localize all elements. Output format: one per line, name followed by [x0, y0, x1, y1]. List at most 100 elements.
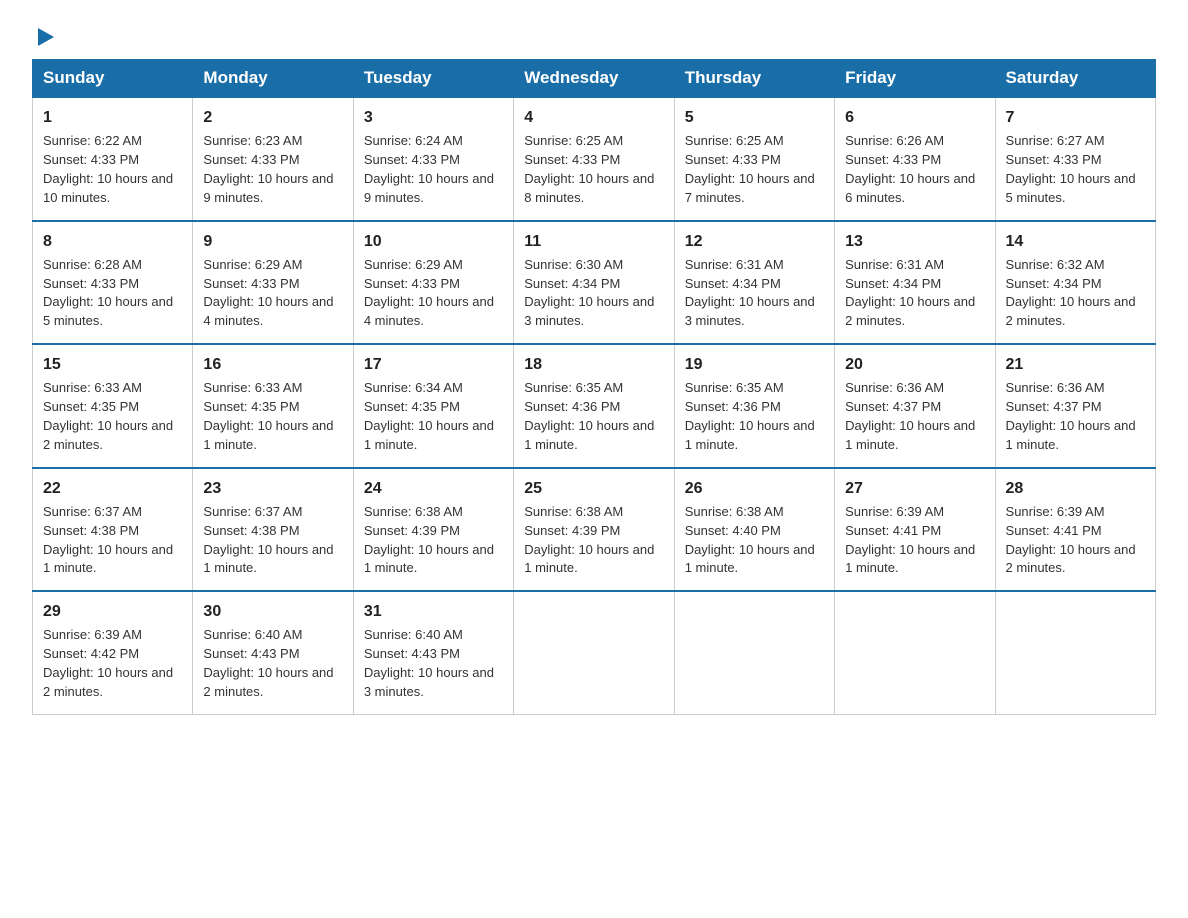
day-number: 10 [364, 230, 503, 253]
logo-icon [32, 24, 56, 48]
day-info: Sunrise: 6:38 AMSunset: 4:39 PMDaylight:… [524, 503, 663, 578]
day-info: Sunrise: 6:38 AMSunset: 4:39 PMDaylight:… [364, 503, 503, 578]
calendar-cell: 5 Sunrise: 6:25 AMSunset: 4:33 PMDaylight… [674, 97, 834, 221]
day-info: Sunrise: 6:26 AMSunset: 4:33 PMDaylight:… [845, 132, 984, 207]
page-header [32, 24, 1156, 49]
day-info: Sunrise: 6:37 AMSunset: 4:38 PMDaylight:… [203, 503, 342, 578]
calendar-cell: 2 Sunrise: 6:23 AMSunset: 4:33 PMDaylight… [193, 97, 353, 221]
day-info: Sunrise: 6:36 AMSunset: 4:37 PMDaylight:… [845, 379, 984, 454]
day-info: Sunrise: 6:33 AMSunset: 4:35 PMDaylight:… [43, 379, 182, 454]
day-info: Sunrise: 6:29 AMSunset: 4:33 PMDaylight:… [203, 256, 342, 331]
calendar-cell: 23 Sunrise: 6:37 AMSunset: 4:38 PMDayligh… [193, 468, 353, 592]
day-info: Sunrise: 6:29 AMSunset: 4:33 PMDaylight:… [364, 256, 503, 331]
calendar-cell: 22 Sunrise: 6:37 AMSunset: 4:38 PMDayligh… [33, 468, 193, 592]
day-number: 1 [43, 106, 182, 129]
day-info: Sunrise: 6:37 AMSunset: 4:38 PMDaylight:… [43, 503, 182, 578]
col-header-thursday: Thursday [674, 60, 834, 98]
day-info: Sunrise: 6:25 AMSunset: 4:33 PMDaylight:… [685, 132, 824, 207]
calendar-cell [995, 591, 1155, 714]
col-header-saturday: Saturday [995, 60, 1155, 98]
calendar-cell: 12Sunrise: 6:31 AMSunset: 4:34 PMDayligh… [674, 221, 834, 345]
calendar-cell: 26 Sunrise: 6:38 AMSunset: 4:40 PMDayligh… [674, 468, 834, 592]
day-info: Sunrise: 6:30 AMSunset: 4:34 PMDaylight:… [524, 256, 663, 331]
calendar-week-row: 22 Sunrise: 6:37 AMSunset: 4:38 PMDayligh… [33, 468, 1156, 592]
day-number: 8 [43, 230, 182, 253]
col-header-sunday: Sunday [33, 60, 193, 98]
calendar-cell: 6 Sunrise: 6:26 AMSunset: 4:33 PMDaylight… [835, 97, 995, 221]
day-number: 14 [1006, 230, 1145, 253]
calendar-cell: 25 Sunrise: 6:38 AMSunset: 4:39 PMDayligh… [514, 468, 674, 592]
calendar-cell: 30Sunrise: 6:40 AMSunset: 4:43 PMDayligh… [193, 591, 353, 714]
calendar-week-row: 1 Sunrise: 6:22 AMSunset: 4:33 PMDaylight… [33, 97, 1156, 221]
calendar-cell: 28Sunrise: 6:39 AMSunset: 4:41 PMDayligh… [995, 468, 1155, 592]
calendar-cell: 31Sunrise: 6:40 AMSunset: 4:43 PMDayligh… [353, 591, 513, 714]
calendar-cell [674, 591, 834, 714]
day-number: 29 [43, 600, 182, 623]
col-header-friday: Friday [835, 60, 995, 98]
day-info: Sunrise: 6:22 AMSunset: 4:33 PMDaylight:… [43, 132, 182, 207]
day-info: Sunrise: 6:23 AMSunset: 4:33 PMDaylight:… [203, 132, 342, 207]
day-number: 5 [685, 106, 824, 129]
day-number: 18 [524, 353, 663, 376]
calendar-cell: 17 Sunrise: 6:34 AMSunset: 4:35 PMDayligh… [353, 344, 513, 468]
calendar-cell: 11 Sunrise: 6:30 AMSunset: 4:34 PMDayligh… [514, 221, 674, 345]
day-number: 6 [845, 106, 984, 129]
calendar-cell [514, 591, 674, 714]
day-number: 13 [845, 230, 984, 253]
day-number: 23 [203, 477, 342, 500]
calendar-cell: 10 Sunrise: 6:29 AMSunset: 4:33 PMDayligh… [353, 221, 513, 345]
calendar-table: SundayMondayTuesdayWednesdayThursdayFrid… [32, 59, 1156, 715]
calendar-cell: 24Sunrise: 6:38 AMSunset: 4:39 PMDayligh… [353, 468, 513, 592]
day-number: 16 [203, 353, 342, 376]
day-number: 31 [364, 600, 503, 623]
calendar-cell: 3 Sunrise: 6:24 AMSunset: 4:33 PMDaylight… [353, 97, 513, 221]
calendar-cell: 7 Sunrise: 6:27 AMSunset: 4:33 PMDaylight… [995, 97, 1155, 221]
day-info: Sunrise: 6:31 AMSunset: 4:34 PMDaylight:… [845, 256, 984, 331]
calendar-cell: 29 Sunrise: 6:39 AMSunset: 4:42 PMDayligh… [33, 591, 193, 714]
calendar-cell: 14 Sunrise: 6:32 AMSunset: 4:34 PMDayligh… [995, 221, 1155, 345]
day-info: Sunrise: 6:36 AMSunset: 4:37 PMDaylight:… [1006, 379, 1145, 454]
day-info: Sunrise: 6:38 AMSunset: 4:40 PMDaylight:… [685, 503, 824, 578]
day-number: 19 [685, 353, 824, 376]
day-number: 28 [1006, 477, 1145, 500]
calendar-week-row: 8 Sunrise: 6:28 AMSunset: 4:33 PMDaylight… [33, 221, 1156, 345]
day-info: Sunrise: 6:34 AMSunset: 4:35 PMDaylight:… [364, 379, 503, 454]
day-number: 7 [1006, 106, 1145, 129]
calendar-cell [835, 591, 995, 714]
calendar-cell: 9 Sunrise: 6:29 AMSunset: 4:33 PMDaylight… [193, 221, 353, 345]
calendar-cell: 27 Sunrise: 6:39 AMSunset: 4:41 PMDayligh… [835, 468, 995, 592]
day-info: Sunrise: 6:35 AMSunset: 4:36 PMDaylight:… [685, 379, 824, 454]
calendar-cell: 20 Sunrise: 6:36 AMSunset: 4:37 PMDayligh… [835, 344, 995, 468]
calendar-week-row: 15Sunrise: 6:33 AMSunset: 4:35 PMDayligh… [33, 344, 1156, 468]
logo [32, 24, 56, 49]
col-header-wednesday: Wednesday [514, 60, 674, 98]
col-header-monday: Monday [193, 60, 353, 98]
day-number: 17 [364, 353, 503, 376]
day-number: 2 [203, 106, 342, 129]
day-number: 26 [685, 477, 824, 500]
day-info: Sunrise: 6:24 AMSunset: 4:33 PMDaylight:… [364, 132, 503, 207]
calendar-cell: 21 Sunrise: 6:36 AMSunset: 4:37 PMDayligh… [995, 344, 1155, 468]
calendar-cell: 1 Sunrise: 6:22 AMSunset: 4:33 PMDaylight… [33, 97, 193, 221]
calendar-cell: 18 Sunrise: 6:35 AMSunset: 4:36 PMDayligh… [514, 344, 674, 468]
day-info: Sunrise: 6:39 AMSunset: 4:42 PMDaylight:… [43, 626, 182, 701]
day-number: 3 [364, 106, 503, 129]
day-info: Sunrise: 6:32 AMSunset: 4:34 PMDaylight:… [1006, 256, 1145, 331]
day-info: Sunrise: 6:33 AMSunset: 4:35 PMDaylight:… [203, 379, 342, 454]
calendar-cell: 13 Sunrise: 6:31 AMSunset: 4:34 PMDayligh… [835, 221, 995, 345]
day-number: 21 [1006, 353, 1145, 376]
day-number: 9 [203, 230, 342, 253]
calendar-cell: 4Sunrise: 6:25 AMSunset: 4:33 PMDaylight… [514, 97, 674, 221]
day-info: Sunrise: 6:27 AMSunset: 4:33 PMDaylight:… [1006, 132, 1145, 207]
col-header-tuesday: Tuesday [353, 60, 513, 98]
day-info: Sunrise: 6:35 AMSunset: 4:36 PMDaylight:… [524, 379, 663, 454]
day-info: Sunrise: 6:28 AMSunset: 4:33 PMDaylight:… [43, 256, 182, 331]
day-number: 20 [845, 353, 984, 376]
day-info: Sunrise: 6:39 AMSunset: 4:41 PMDaylight:… [845, 503, 984, 578]
day-number: 25 [524, 477, 663, 500]
calendar-cell: 8 Sunrise: 6:28 AMSunset: 4:33 PMDaylight… [33, 221, 193, 345]
calendar-cell: 16 Sunrise: 6:33 AMSunset: 4:35 PMDayligh… [193, 344, 353, 468]
day-number: 11 [524, 230, 663, 253]
day-number: 22 [43, 477, 182, 500]
day-number: 27 [845, 477, 984, 500]
